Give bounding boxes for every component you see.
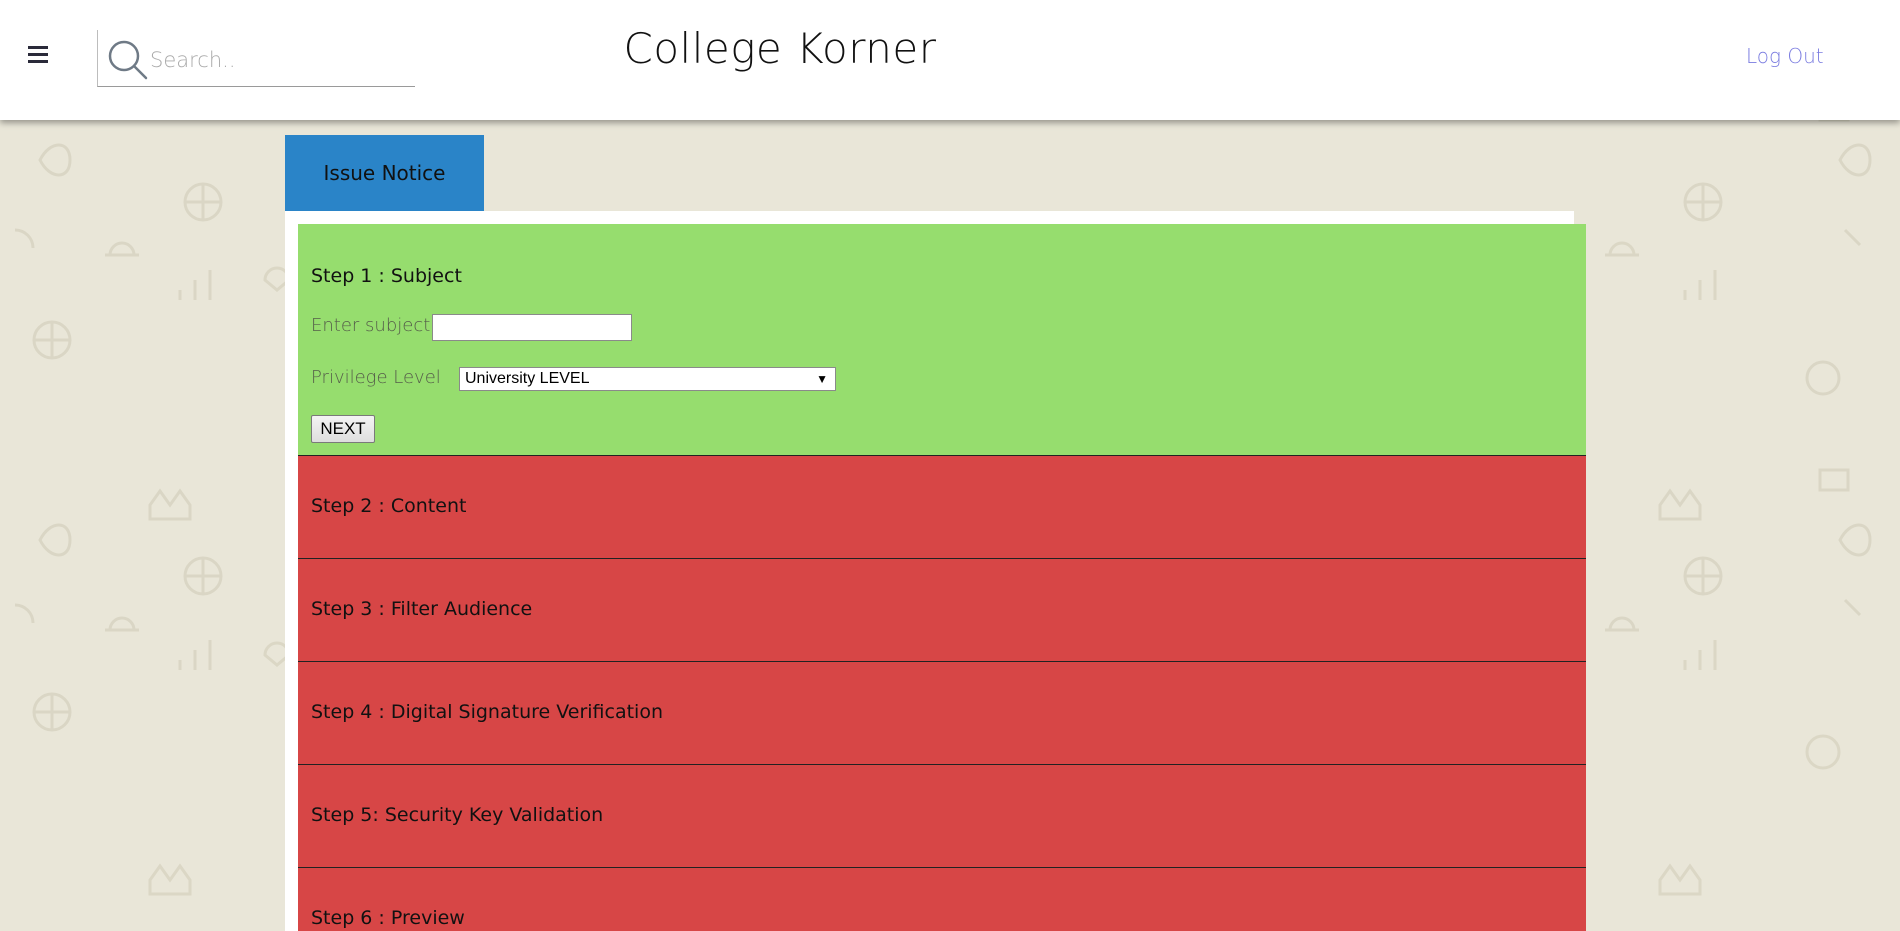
logout-link[interactable]: Log Out <box>1746 44 1824 68</box>
subject-input[interactable] <box>432 314 632 341</box>
step-subject: Step 1 : Subject Enter subject : Privile… <box>298 224 1586 456</box>
dropdown-arrow-icon: ▼ <box>816 372 828 386</box>
search-bar <box>97 30 415 87</box>
wizard-steps: Step 1 : Subject Enter subject : Privile… <box>298 224 1586 931</box>
step-digital-signature[interactable]: Step 4 : Digital Signature Verification <box>298 662 1586 765</box>
next-button[interactable]: NEXT <box>311 415 375 443</box>
step-title: Step 2 : Content <box>311 495 467 517</box>
step-preview[interactable]: Step 6 : Preview <box>298 868 1586 931</box>
hamburger-menu-icon[interactable] <box>28 44 50 64</box>
privilege-level-label: Privilege Level <box>311 367 441 388</box>
search-input[interactable] <box>148 42 412 78</box>
step-content[interactable]: Step 2 : Content <box>298 456 1586 559</box>
step-title: Step 4 : Digital Signature Verification <box>311 701 663 723</box>
tab-issue-notice[interactable]: Issue Notice <box>285 135 484 211</box>
search-icon[interactable] <box>106 38 150 82</box>
step-security-key[interactable]: Step 5: Security Key Validation <box>298 765 1586 868</box>
step-title: Step 5: Security Key Validation <box>311 804 604 826</box>
privilege-selected-value: University LEVEL <box>465 370 590 387</box>
subject-label: Enter subject : <box>311 315 443 336</box>
step-title: Step 3 : Filter Audience <box>311 598 533 620</box>
top-header: College Korner Log Out <box>0 0 1900 120</box>
step-title: Step 1 : Subject <box>311 265 462 287</box>
privilege-level-select[interactable]: University LEVEL ▼ <box>459 367 836 391</box>
step-title: Step 6 : Preview <box>311 907 465 929</box>
step-filter-audience[interactable]: Step 3 : Filter Audience <box>298 559 1586 662</box>
